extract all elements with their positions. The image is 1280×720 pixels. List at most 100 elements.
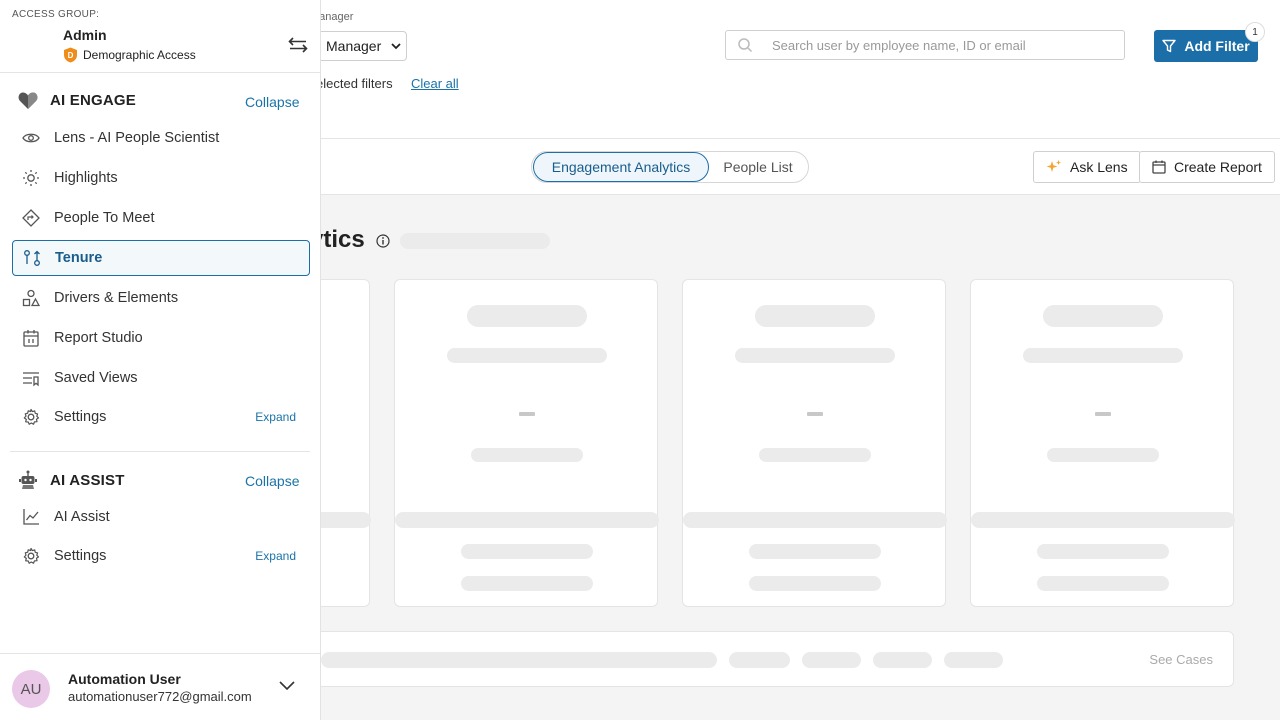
card-empty-value bbox=[807, 412, 823, 416]
add-filter-button[interactable]: Add Filter bbox=[1154, 30, 1258, 62]
chevron-down-icon[interactable] bbox=[278, 680, 296, 692]
sidebar-item-drivers-elements[interactable]: Drivers & Elements bbox=[12, 280, 310, 316]
sidebar-item-settings-engage[interactable]: Settings Expand bbox=[12, 399, 310, 435]
filter-icon bbox=[1162, 39, 1177, 53]
sidebar-item-label: Settings bbox=[54, 409, 107, 425]
sun-icon bbox=[22, 169, 40, 187]
saved-views-icon bbox=[22, 369, 40, 387]
gear-icon bbox=[22, 408, 40, 426]
info-icon[interactable] bbox=[376, 234, 390, 248]
card-skeleton-subtitle bbox=[1023, 348, 1183, 363]
ask-lens-label: Ask Lens bbox=[1070, 159, 1128, 175]
see-cases-link[interactable]: See Cases bbox=[1149, 652, 1213, 667]
eye-icon bbox=[22, 129, 40, 147]
metric-card bbox=[394, 279, 659, 607]
card-skeleton-line bbox=[461, 576, 593, 591]
collapse-ai-engage-button[interactable]: Collapse bbox=[245, 94, 299, 110]
card-skeleton-subtitle bbox=[447, 348, 607, 363]
section-title: AI ASSIST bbox=[50, 471, 125, 489]
chevron-down-icon bbox=[391, 42, 401, 49]
card-skeleton-line bbox=[1037, 544, 1169, 559]
manager-select-value: Manager bbox=[326, 38, 382, 54]
create-report-button[interactable]: Create Report bbox=[1139, 151, 1275, 183]
expand-settings-button[interactable]: Expand bbox=[255, 410, 296, 424]
card-skeleton-title bbox=[467, 305, 587, 327]
create-report-label: Create Report bbox=[1174, 159, 1262, 175]
card-empty-value bbox=[519, 412, 535, 416]
tab-engagement-analytics[interactable]: Engagement Analytics bbox=[533, 152, 709, 182]
card-empty-value bbox=[1095, 412, 1111, 416]
metric-card bbox=[682, 279, 947, 607]
heart-icon bbox=[18, 92, 38, 109]
card-skeleton-title bbox=[1043, 305, 1163, 327]
user-email: automationuser772@gmail.com bbox=[68, 689, 252, 704]
sidebar-item-label: Lens - AI People Scientist bbox=[54, 130, 220, 146]
chart-line-icon bbox=[22, 508, 40, 526]
sidebar-item-settings-assist[interactable]: Settings Expand bbox=[12, 538, 310, 574]
view-tabs: Engagement Analytics People List bbox=[531, 151, 809, 183]
section-header-ai-engage: AI ENGAGE bbox=[18, 91, 136, 110]
sidebar-item-tenure[interactable]: Tenure bbox=[12, 240, 310, 276]
sidebar-item-label: Saved Views bbox=[54, 370, 138, 386]
calendar-icon bbox=[1152, 160, 1166, 174]
card-skeleton-bar bbox=[683, 512, 947, 528]
sidebar-item-label: Highlights bbox=[54, 170, 118, 186]
sidebar-item-label: Tenure bbox=[55, 250, 103, 266]
card-skeleton-subtitle bbox=[735, 348, 895, 363]
cases-skeleton bbox=[802, 652, 861, 668]
sidebar-item-report-studio[interactable]: Report Studio bbox=[12, 320, 310, 356]
card-skeleton-bar bbox=[971, 512, 1235, 528]
cases-skeleton bbox=[321, 652, 717, 668]
sidebar-item-label: People To Meet bbox=[54, 210, 155, 226]
card-skeleton-line bbox=[461, 544, 593, 559]
card-skeleton-line bbox=[1047, 448, 1159, 462]
sidebar: ACCESS GROUP: Admin D Demographic Access… bbox=[0, 0, 321, 720]
sidebar-item-label: Settings bbox=[54, 548, 107, 564]
section-header-ai-assist: AI ASSIST bbox=[18, 470, 125, 490]
sidebar-item-people-to-meet[interactable]: People To Meet bbox=[12, 200, 310, 236]
clear-all-link[interactable]: Clear all bbox=[411, 76, 459, 91]
card-skeleton-line bbox=[749, 576, 881, 591]
card-skeleton-line bbox=[1037, 576, 1169, 591]
sparkle-icon bbox=[1046, 160, 1061, 172]
shield-icon: D bbox=[64, 47, 77, 63]
sidebar-item-ai-assist[interactable]: AI Assist bbox=[12, 499, 310, 535]
manager-select[interactable]: Manager bbox=[310, 31, 407, 61]
tenure-icon bbox=[23, 249, 41, 267]
access-group-sub-label: Demographic Access bbox=[83, 48, 196, 62]
calendar-icon bbox=[22, 329, 40, 347]
section-title: AI ENGAGE bbox=[50, 92, 136, 109]
selected-filters-text: elected filters bbox=[316, 76, 393, 91]
divider bbox=[10, 451, 310, 452]
user-name: Automation User bbox=[68, 671, 181, 687]
access-group-name: Admin bbox=[63, 27, 107, 43]
cases-skeleton bbox=[873, 652, 932, 668]
sidebar-item-saved-views[interactable]: Saved Views bbox=[12, 360, 310, 396]
svg-text:D: D bbox=[68, 51, 74, 60]
card-skeleton-line bbox=[759, 448, 871, 462]
expand-settings-button[interactable]: Expand bbox=[255, 549, 296, 563]
card-skeleton-bar bbox=[395, 512, 659, 528]
search-box[interactable] bbox=[725, 30, 1125, 60]
card-skeleton-title bbox=[755, 305, 875, 327]
title-skeleton bbox=[400, 233, 550, 249]
avatar: AU bbox=[12, 670, 50, 708]
collapse-ai-assist-button[interactable]: Collapse bbox=[245, 473, 299, 489]
add-filter-label: Add Filter bbox=[1184, 38, 1250, 54]
ask-lens-button[interactable]: Ask Lens bbox=[1033, 151, 1141, 183]
cases-card: See Cases bbox=[300, 631, 1234, 687]
access-group-subtitle: D Demographic Access bbox=[63, 47, 196, 63]
cases-skeleton bbox=[944, 652, 1003, 668]
sidebar-item-label: Report Studio bbox=[54, 330, 143, 346]
search-input[interactable] bbox=[764, 37, 1104, 53]
tab-people-list[interactable]: People List bbox=[709, 152, 807, 182]
card-skeleton-line bbox=[471, 448, 583, 462]
card-skeleton-line bbox=[749, 544, 881, 559]
shapes-icon bbox=[22, 289, 40, 307]
sidebar-item-label: Drivers & Elements bbox=[54, 290, 179, 306]
user-profile-bar[interactable]: AU Automation User automationuser772@gma… bbox=[0, 653, 320, 720]
swap-icon[interactable] bbox=[288, 36, 308, 54]
access-group-label: ACCESS GROUP: bbox=[12, 9, 100, 20]
sidebar-item-lens[interactable]: Lens - AI People Scientist bbox=[12, 120, 310, 156]
sidebar-item-highlights[interactable]: Highlights bbox=[12, 160, 310, 196]
